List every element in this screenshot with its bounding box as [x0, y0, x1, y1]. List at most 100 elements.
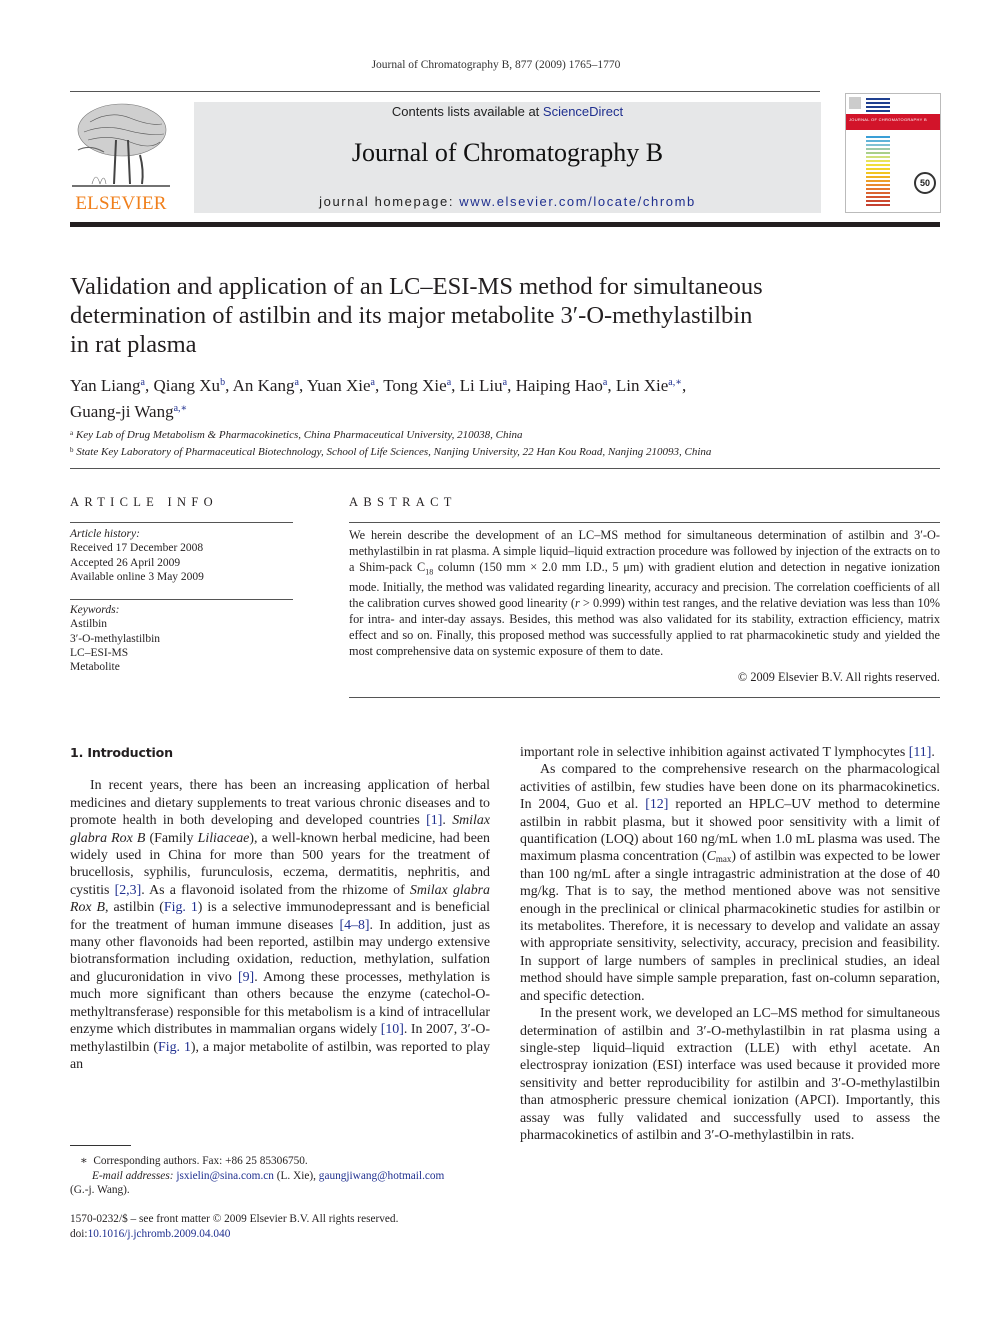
affiliation-text: State Key Laboratory of Pharmaceutical B… [76, 445, 712, 458]
keywords-label: Keywords: [70, 604, 120, 616]
article-info-heading: ARTICLE INFO [70, 495, 218, 509]
citation-link[interactable]: [11] [909, 745, 932, 760]
journal-banner: Contents lists available at ScienceDirec… [194, 102, 821, 213]
text-run: important role in selective inhibition a… [520, 745, 909, 760]
author[interactable]: Lin Xiea,∗ [616, 376, 682, 395]
intro-paragraph-1: In recent years, there has been an incre… [70, 777, 490, 1073]
figure-link[interactable]: Fig. 1 [158, 1040, 191, 1055]
cover-stripe [866, 164, 890, 166]
body-column-left: 1. Introduction In recent years, there h… [70, 744, 490, 1073]
author-separator: , [451, 376, 460, 395]
cover-stripe [866, 98, 890, 100]
citation-link[interactable]: [4–8] [339, 918, 369, 933]
footnote-rule [70, 1145, 131, 1146]
running-head: Journal of Chromatography B, 877 (2009) … [371, 59, 621, 71]
affiliation: a Key Lab of Drug Metabolism & Pharmacok… [70, 426, 930, 443]
cover-stripe [866, 184, 890, 186]
doi-label: doi: [70, 1227, 88, 1240]
email-owner: (G.-j. Wang). [70, 1184, 130, 1196]
contents-line: Contents lists available at ScienceDirec… [194, 104, 821, 119]
author-separator: , [507, 376, 516, 395]
author-affiliation-mark[interactable]: a,∗ [174, 403, 188, 414]
author[interactable]: Qiang Xub [153, 376, 225, 395]
cover-stripe [866, 156, 890, 158]
cover-stripe [866, 180, 890, 182]
cover-stripe [866, 144, 890, 146]
keywords-rule [70, 599, 293, 600]
issn-line: 1570-0232/$ – see front matter © 2009 El… [70, 1213, 399, 1225]
abstract-rule-top [349, 522, 940, 523]
cover-stripe [866, 148, 890, 150]
cover-stripe [866, 152, 890, 154]
keyword: Metabolite [70, 661, 120, 674]
elsevier-wordmark: ELSEVIER [75, 193, 167, 214]
section-divider [70, 468, 940, 469]
cover-stripe [866, 188, 890, 190]
anniversary-badge-icon: 50 [914, 172, 936, 194]
author[interactable]: Guang-ji Wanga,∗ [70, 402, 187, 421]
citation-link[interactable]: [9] [238, 970, 254, 985]
email-note: E-mail addresses: jsxielin@sina.com.cn (… [70, 1169, 500, 1184]
author-affiliation-mark[interactable]: a,∗ [668, 377, 682, 388]
title-line: in rat plasma [70, 331, 197, 358]
citation-link[interactable]: [12] [645, 797, 668, 812]
history-accepted: Accepted 26 April 2009 [70, 556, 181, 569]
affiliation-mark: a [70, 429, 74, 437]
cover-stripe [866, 192, 890, 194]
author[interactable]: Yuan Xiea [307, 376, 375, 395]
cover-stripe [866, 110, 890, 112]
author-name: Guang-ji Wang [70, 402, 174, 421]
text-run: . [442, 813, 453, 829]
author[interactable]: An Kanga [233, 376, 299, 395]
cover-stripe [866, 106, 890, 108]
front-matter: 1570-0232/$ – see front matter © 2009 El… [70, 1212, 500, 1241]
text-run: . [931, 745, 935, 760]
cover-red-band: JOURNAL OF CHROMATOGRAPHY B [846, 114, 940, 130]
author-name: Haiping Hao [515, 376, 603, 395]
figure-link[interactable]: Fig. 1 [164, 900, 198, 915]
abstract-copyright: © 2009 Elsevier B.V. All rights reserved… [737, 670, 940, 684]
author[interactable]: Li Liua [460, 376, 507, 395]
corresponding-text: Corresponding authors. Fax: +86 25 85306… [93, 1155, 308, 1167]
cover-logo-icon [849, 97, 861, 109]
author-name: Li Liu [459, 376, 503, 395]
intro-paragraph-1-continued: important role in selective inhibition a… [520, 744, 940, 761]
cover-stripe [866, 172, 890, 174]
author-separator: , [298, 376, 307, 395]
cover-stripe [866, 102, 890, 104]
email-link-wang[interactable]: gaungjiwang@hotmail.com [319, 1170, 445, 1182]
corresponding-author-note: ∗ Corresponding authors. Fax: +86 25 853… [70, 1154, 500, 1169]
cmax-subscript: max [715, 854, 732, 865]
journal-cover-thumbnail[interactable]: JOURNAL OF CHROMATOGRAPHY B 50 [845, 93, 941, 213]
citation-link[interactable]: [10] [381, 1022, 404, 1037]
cover-stripe [866, 176, 890, 178]
elsevier-logo[interactable]: ELSEVIER [70, 100, 172, 214]
author-separator: , [375, 376, 384, 395]
sciencedirect-link[interactable]: ScienceDirect [543, 104, 623, 119]
author[interactable]: Haiping Haoa [516, 376, 608, 395]
body-column-right: important role in selective inhibition a… [520, 744, 940, 1144]
citation-link[interactable]: [2,3] [115, 883, 142, 898]
abstract-heading: ABSTRACT [349, 495, 457, 509]
email-owner: (L. Xie), [273, 1169, 319, 1182]
citation-link[interactable]: [1] [426, 813, 442, 828]
doi-link[interactable]: 10.1016/j.jchromb.2009.04.040 [88, 1228, 231, 1240]
keyword: Astilbin [70, 618, 108, 631]
email-link-xie[interactable]: jsxielin@sina.com.cn [176, 1170, 274, 1182]
affiliation: b State Key Laboratory of Pharmaceutical… [70, 443, 930, 460]
cover-stripe [866, 136, 890, 138]
author-separator: , [682, 376, 687, 395]
author[interactable]: Tong Xiea [383, 376, 451, 395]
doi-line: doi:10.1016/j.jchromb.2009.04.040 [70, 1227, 500, 1242]
text-run: ) of astilbin was expected to be lower t… [520, 849, 941, 1004]
email-label: E-mail addresses: [92, 1169, 174, 1182]
cover-stripe [866, 204, 890, 206]
author[interactable]: Yan Lianga [70, 376, 145, 395]
corresponding-mark: ∗ [80, 1155, 88, 1167]
abstract-text: We herein describe the development of an… [349, 528, 940, 660]
journal-homepage-link[interactable]: www.elsevier.com/locate/chromb [459, 194, 696, 209]
header-rule [70, 91, 820, 92]
cmax-symbol: C [706, 849, 716, 865]
abstract-subscript: 18 [425, 567, 434, 577]
article-history: Article history: Received 17 December 20… [70, 527, 293, 584]
